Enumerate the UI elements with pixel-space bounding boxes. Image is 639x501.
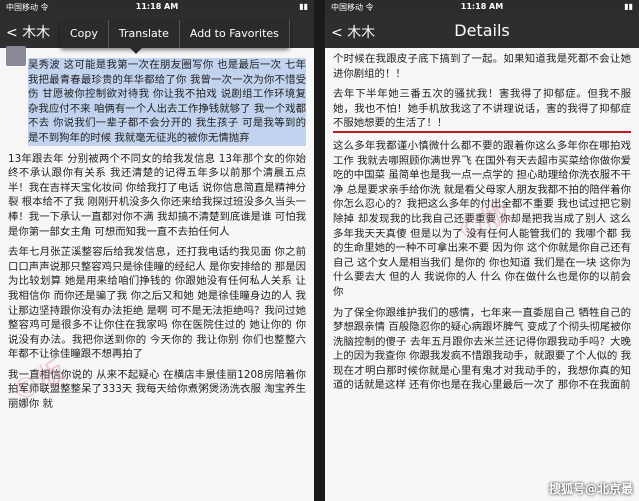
post-paragraph: 这么多年我都谨小慎微什么都不要的跟着你这么多年你在哪拍戏工作 我就去哪照顾你满世… [333, 139, 631, 298]
post-body: 吴秀波 这可能是我第一次在朋友圈写你 也是最后一次 七年 我把最青春最珍贵的年华… [0, 58, 314, 501]
right-chat-screenshot: 中国移动 令 11:18 AM ▮▮ < 木木 Details 个时候在我跟皮子… [325, 0, 639, 501]
back-button[interactable]: < 木木 [6, 22, 50, 42]
post-body: 个时候在我跟皮子底下搞到了一起。如果知道我是死都不会让她进你剧组的！！ 去年下半… [325, 52, 639, 501]
battery-icon: ▮▮ [299, 2, 308, 11]
page-title: Details [454, 21, 510, 40]
post-paragraph: 吴秀波 这可能是我第一次在朋友圈写你 也是最后一次 七年 我把最青春最珍贵的年华… [28, 58, 306, 146]
left-chat-screenshot: 中国移动 令 11:18 AM ▮▮ < 木木 Copy Translate A… [0, 0, 314, 501]
post-paragraph: 我一直相信你说的 从来不起疑心 在横店丰景佳丽1208房陪着你拍军师联盟整整呆了… [8, 368, 306, 411]
context-menu: Copy Translate Add to Favorites [60, 20, 290, 54]
post-paragraph: 去年七月张芷溪整容后给我发信息，还打我电话约我见面 你之前口口声声说那只整容鸡只… [8, 246, 306, 361]
status-bar: 中国移动 令 11:18 AM ▮▮ [325, 0, 639, 14]
clock: 11:18 AM [460, 2, 504, 11]
clock: 11:18 AM [135, 2, 179, 11]
menu-arrow [130, 48, 142, 54]
copy-menu-item[interactable]: Copy [60, 20, 109, 48]
translate-menu-item[interactable]: Translate [109, 20, 180, 48]
post-paragraph: 为了保全你跟维护我们的感情，七年来一直委屈自己 牺牲自己的梦想跟亲情 百般隐忍你… [333, 306, 631, 392]
nav-bar: < 木木 Details [325, 14, 639, 48]
post-paragraph: 去年下半年她三番五次的骚扰我！害我得了抑郁症。但我不服她，我也不怕！她手机放我这… [333, 87, 631, 133]
post-paragraph: 13年跟去年 分别被两个不同女的给我发信息 13年那个女的你始终不承认跟你有关系… [8, 152, 306, 238]
add-to-favorites-menu-item[interactable]: Add to Favorites [180, 20, 290, 48]
battery-icon: ▮▮ [624, 2, 633, 11]
post-paragraph: 个时候在我跟皮子底下搞到了一起。如果知道我是死都不会让她进你剧组的！！ [333, 53, 631, 80]
source-watermark: 搜狐号@北京最 [548, 482, 633, 496]
status-bar: 中国移动 令 11:18 AM ▮▮ [0, 0, 314, 14]
